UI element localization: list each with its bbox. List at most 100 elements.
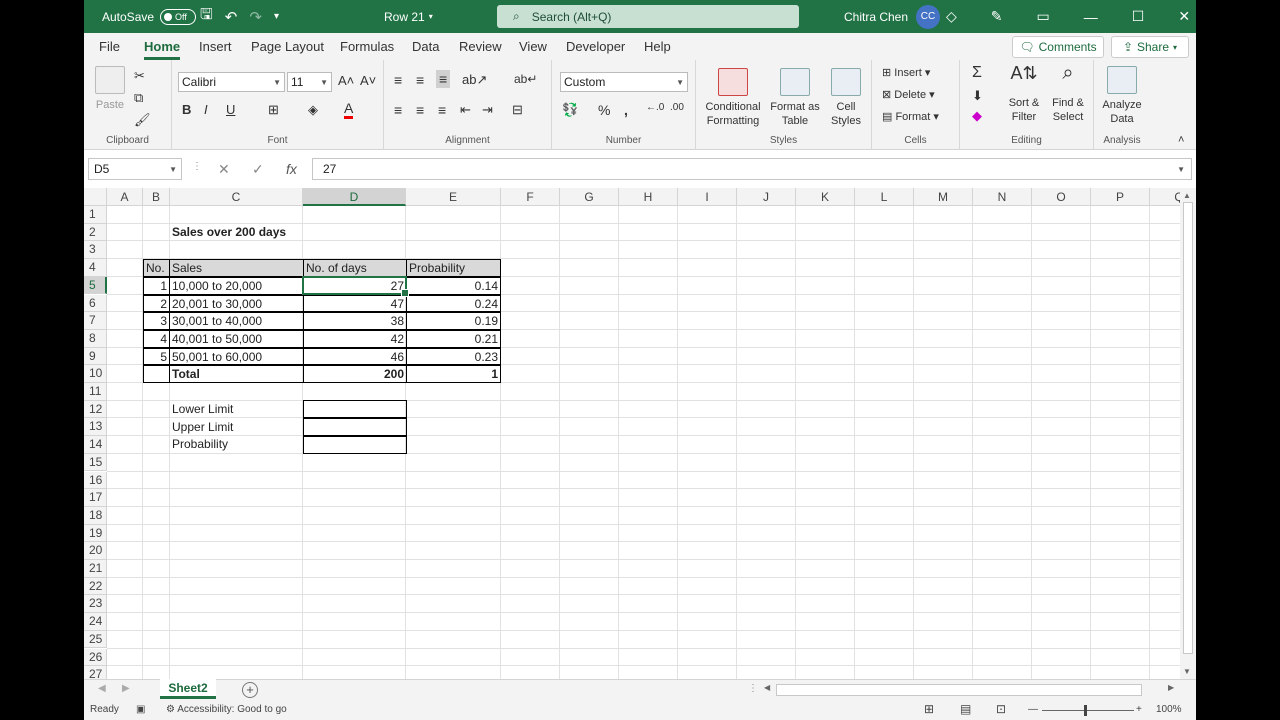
tab-review[interactable]: Review — [459, 39, 502, 54]
upper-limit-label[interactable]: Upper Limit — [170, 419, 300, 437]
row-header-14[interactable]: 14 — [84, 436, 107, 454]
italic-icon[interactable]: I — [204, 102, 208, 117]
row-header-7[interactable]: 7 — [84, 312, 107, 330]
wrap-text-icon[interactable]: ab↵ — [514, 72, 537, 86]
save-icon[interactable]: 🖫 — [200, 4, 213, 29]
column-header-k[interactable]: K — [796, 188, 855, 206]
data-days-cell[interactable]: 38 — [303, 312, 407, 331]
name-box[interactable]: D5 ▼ — [88, 158, 182, 180]
column-header-g[interactable]: G — [560, 188, 619, 206]
lower-limit-label[interactable]: Lower Limit — [170, 401, 300, 419]
total-label[interactable]: Total — [169, 365, 304, 383]
format-painter-icon[interactable]: 🖌 — [134, 112, 151, 128]
fill-icon[interactable]: ⬇ — [972, 88, 983, 104]
total-no-cell[interactable] — [143, 365, 170, 383]
autosave-toggle[interactable]: Off — [160, 8, 197, 25]
increase-indent-icon[interactable]: ⇥ — [482, 102, 493, 118]
column-header-d[interactable]: D — [303, 188, 406, 206]
column-header-e[interactable]: E — [406, 188, 501, 206]
delete-cells-button[interactable]: ⊠ Delete ▾ — [882, 88, 935, 101]
decrease-font-icon[interactable]: A˅ — [360, 73, 376, 88]
row-header-1[interactable]: 1 — [84, 206, 107, 224]
tab-insert[interactable]: Insert — [199, 39, 232, 54]
data-probability-cell[interactable]: 0.23 — [406, 347, 501, 366]
total-probability[interactable]: 1 — [406, 365, 501, 383]
font-color-icon[interactable]: A — [344, 100, 354, 119]
autosave-control[interactable]: AutoSave Off — [102, 0, 197, 33]
data-no-cell[interactable]: 1 — [143, 277, 170, 295]
font-size-dropdown[interactable]: 11 ▼ — [287, 72, 332, 92]
increase-font-icon[interactable]: A˄ — [338, 73, 354, 88]
cancel-icon[interactable]: ✕ — [218, 161, 230, 178]
column-header-f[interactable]: F — [501, 188, 560, 206]
scroll-right-icon[interactable]: ▶ — [1168, 683, 1174, 692]
row-header-5[interactable]: 5 — [84, 276, 107, 295]
column-header-h[interactable]: H — [619, 188, 678, 206]
tab-page-layout[interactable]: Page Layout — [251, 39, 324, 54]
lower-limit-input[interactable] — [303, 400, 407, 418]
document-title[interactable]: Row 21 ▾ — [384, 0, 433, 33]
row-header-16[interactable]: 16 — [84, 471, 107, 490]
vertical-scroll-thumb[interactable] — [1183, 202, 1193, 654]
decrease-indent-icon[interactable]: ⇤ — [460, 102, 471, 118]
autosum-icon[interactable]: Σ — [972, 64, 982, 82]
align-middle-icon[interactable]: ≡ — [416, 72, 424, 88]
row-header-2[interactable]: 2 — [84, 223, 107, 242]
column-header-c[interactable]: C — [170, 188, 303, 206]
prev-sheet-icon[interactable]: ◀ — [98, 683, 106, 694]
data-no-cell[interactable]: 3 — [143, 312, 170, 331]
column-header-i[interactable]: I — [678, 188, 737, 206]
row-header-23[interactable]: 23 — [84, 595, 107, 614]
row-header-22[interactable]: 22 — [84, 577, 107, 596]
data-probability-cell[interactable]: 0.24 — [406, 294, 501, 313]
row-header-17[interactable]: 17 — [84, 489, 107, 507]
tab-home[interactable]: Home — [144, 39, 181, 60]
column-header-m[interactable]: M — [914, 188, 973, 206]
scroll-left-icon[interactable]: ◀ — [764, 683, 770, 692]
enter-icon[interactable]: ✓ — [252, 161, 264, 178]
accounting-format-icon[interactable]: 💱 — [562, 102, 578, 118]
data-days-cell[interactable]: 47 — [303, 294, 407, 313]
row-header-27[interactable]: 27 — [84, 666, 107, 679]
align-left-icon[interactable]: ≡ — [394, 102, 402, 118]
row-header-12[interactable]: 12 — [84, 400, 107, 419]
cut-icon[interactable]: ✂ — [134, 68, 145, 84]
select-all-corner[interactable] — [84, 188, 107, 206]
sheet-title[interactable]: Sales over 200 days — [170, 224, 330, 242]
conditional-formatting-button[interactable]: Conditional Formatting — [702, 68, 764, 128]
sort-filter-button[interactable]: A⇅ Sort & Filter — [1004, 64, 1044, 124]
header-days[interactable]: No. of days — [303, 259, 407, 277]
font-name-dropdown[interactable]: Calibri ▼ — [178, 72, 285, 92]
percent-icon[interactable]: % — [598, 102, 610, 118]
column-header-n[interactable]: N — [973, 188, 1032, 206]
analyze-data-button[interactable]: Analyze Data — [1100, 66, 1144, 126]
data-no-cell[interactable]: 4 — [143, 330, 170, 348]
horizontal-scrollbar[interactable]: ◀ ▶ — [764, 683, 1190, 697]
insert-function-icon[interactable]: fx — [286, 161, 297, 177]
next-sheet-icon[interactable]: ▶ — [122, 683, 130, 694]
fill-color-icon[interactable]: ◈ — [308, 102, 318, 118]
diamond-icon[interactable]: ◇ — [946, 8, 957, 25]
probability-label[interactable]: Probability — [170, 436, 300, 454]
vertical-scrollbar[interactable]: ▲ ▼ — [1180, 188, 1196, 679]
row-header-6[interactable]: 6 — [84, 294, 107, 313]
comma-icon[interactable]: , — [624, 102, 628, 118]
tab-data[interactable]: Data — [412, 39, 439, 54]
total-days[interactable]: 200 — [303, 365, 407, 383]
row-header-26[interactable]: 26 — [84, 648, 107, 667]
zoom-in-icon[interactable]: + — [1136, 704, 1142, 715]
data-sales-cell[interactable]: 10,000 to 20,000 — [169, 277, 304, 295]
ribbon-display-icon[interactable]: ▭ — [1037, 8, 1050, 25]
row-header-21[interactable]: 21 — [84, 560, 107, 578]
scroll-up-icon[interactable]: ▲ — [1183, 191, 1191, 200]
close-icon[interactable]: ✕ — [1178, 8, 1190, 25]
number-format-dropdown[interactable]: Custom ▼ — [560, 72, 688, 92]
user-account[interactable]: Chitra Chen CC — [844, 0, 941, 33]
data-sales-cell[interactable]: 20,001 to 30,000 — [169, 294, 304, 313]
customize-qat-icon[interactable]: ▾ — [274, 11, 279, 22]
align-top-icon[interactable]: ≡ — [394, 72, 402, 88]
pen-icon[interactable]: ✎ — [991, 8, 1003, 25]
row-header-20[interactable]: 20 — [84, 542, 107, 560]
data-probability-cell[interactable]: 0.19 — [406, 312, 501, 331]
align-bottom-icon[interactable]: ≡ — [436, 70, 451, 88]
